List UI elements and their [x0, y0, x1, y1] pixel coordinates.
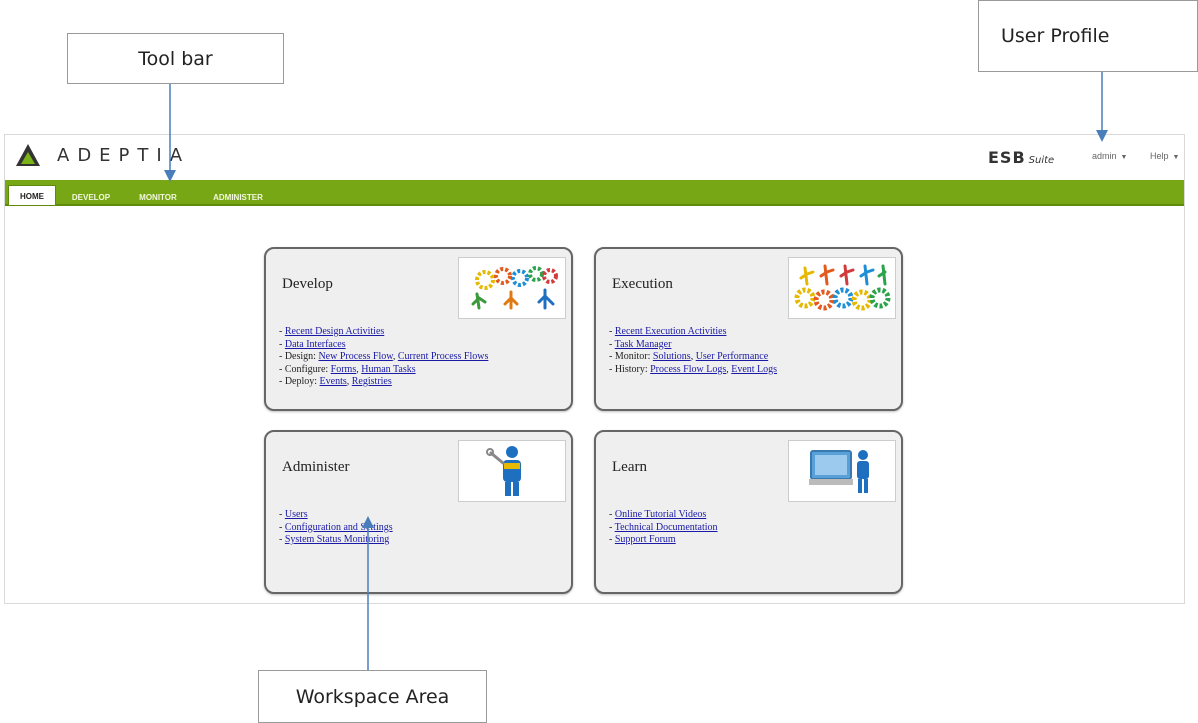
learn-card: Learn - Online Tutorial Videos - Technic…	[594, 430, 903, 594]
product-main: ESB	[988, 148, 1026, 167]
data-interfaces-link[interactable]: Data Interfaces	[285, 339, 346, 350]
adeptia-logo-icon	[16, 144, 40, 166]
list-item: - Recent Execution Activities	[609, 326, 727, 337]
technical-documentation-link[interactable]: Technical Documentation	[615, 522, 718, 533]
system-status-monitoring-link[interactable]: System Status Monitoring	[285, 534, 389, 545]
process-flow-logs-link[interactable]: Process Flow Logs	[650, 364, 726, 375]
list-item: - Support Forum	[609, 534, 676, 545]
registries-link[interactable]: Registries	[352, 376, 392, 387]
forms-link[interactable]: Forms	[331, 364, 357, 375]
users-link[interactable]: Users	[285, 509, 308, 520]
administer-links: - Users - Configuration and Settings - S…	[279, 509, 393, 547]
logo-text: ADEPTIA	[57, 144, 191, 166]
user-profile-callout: User Profile	[978, 0, 1198, 72]
list-item: - System Status Monitoring	[279, 534, 390, 545]
learn-links: - Online Tutorial Videos - Technical Doc…	[609, 509, 718, 547]
new-process-flow-link[interactable]: New Process Flow	[318, 351, 392, 362]
workspace-area-callout: Workspace Area	[258, 670, 487, 723]
list-item: - Deploy: Events, Registries	[279, 376, 392, 387]
events-link[interactable]: Events	[320, 376, 347, 387]
presentation-screen-icon	[788, 440, 896, 502]
card-title: Execution	[612, 276, 673, 292]
current-process-flows-link[interactable]: Current Process Flows	[398, 351, 489, 362]
chevron-down-icon: ▼	[1120, 154, 1128, 161]
toolbar-callout: Tool bar	[67, 33, 284, 84]
app-window: ADEPTIA ESB Suite admin ▼ Help ▼ HOME DEVEL…	[4, 134, 1185, 604]
logo: ADEPTIA	[15, 143, 190, 167]
user-menu-label: admin	[1092, 151, 1117, 161]
develop-card: Develop - Recent Design Activities - Dat…	[264, 247, 573, 411]
chevron-down-icon: ▼	[1172, 154, 1180, 161]
card-title: Develop	[282, 276, 333, 292]
human-tasks-link[interactable]: Human Tasks	[361, 364, 415, 375]
user-performance-link[interactable]: User Performance	[696, 351, 768, 362]
list-item: - Configure: Forms, Human Tasks	[279, 363, 416, 375]
list-item: - Technical Documentation	[609, 521, 718, 533]
tab-administer[interactable]: ADMINISTER	[197, 189, 279, 204]
list-item: - Data Interfaces	[279, 338, 346, 350]
list-item: - Monitor: Solutions, User Performance	[609, 351, 769, 362]
support-forum-link[interactable]: Support Forum	[615, 534, 676, 545]
list-item: - History: Process Flow Logs, Event Logs	[609, 363, 778, 375]
list-item: - Online Tutorial Videos	[609, 509, 707, 520]
list-item: - Task Manager	[609, 338, 672, 350]
list-item: - Configuration and Settings	[279, 521, 393, 533]
tab-develop[interactable]: DEVELOP	[61, 189, 121, 204]
list-item: - Users	[279, 509, 308, 520]
card-title: Administer	[282, 459, 350, 475]
online-tutorial-videos-link[interactable]: Online Tutorial Videos	[615, 509, 706, 520]
administer-card: Administer - Users - Configuration and S…	[264, 430, 573, 594]
execution-card: Execution - Recent Execution Activities …	[594, 247, 903, 411]
recent-execution-activities-link[interactable]: Recent Execution Activities	[615, 326, 727, 337]
product-name: ESB Suite	[988, 148, 1054, 167]
configuration-and-settings-link[interactable]: Configuration and Settings	[285, 522, 393, 533]
tab-home[interactable]: HOME	[8, 185, 56, 205]
help-menu-label: Help	[1150, 151, 1169, 161]
task-manager-link[interactable]: Task Manager	[615, 339, 672, 350]
list-item: - Design: New Process Flow, Current Proc…	[279, 351, 489, 362]
gears-runners-icon	[788, 257, 896, 319]
user-profile-menu[interactable]: admin ▼	[1092, 151, 1127, 161]
help-menu[interactable]: Help ▼	[1150, 151, 1179, 161]
gears-people-icon	[458, 257, 566, 319]
recent-design-activities-link[interactable]: Recent Design Activities	[285, 326, 384, 337]
tab-monitor[interactable]: MONITOR	[127, 189, 189, 204]
card-title: Learn	[612, 459, 647, 475]
develop-links: - Recent Design Activities - Data Interf…	[279, 326, 488, 389]
product-sub: Suite	[1028, 155, 1055, 166]
solutions-link[interactable]: Solutions	[653, 351, 691, 362]
execution-links: - Recent Execution Activities - Task Man…	[609, 326, 777, 376]
list-item: - Recent Design Activities	[279, 326, 385, 337]
admin-person-icon	[458, 440, 566, 502]
event-logs-link[interactable]: Event Logs	[731, 364, 777, 375]
toolbar: HOME DEVELOP MONITOR ADMINISTER	[5, 180, 1184, 206]
